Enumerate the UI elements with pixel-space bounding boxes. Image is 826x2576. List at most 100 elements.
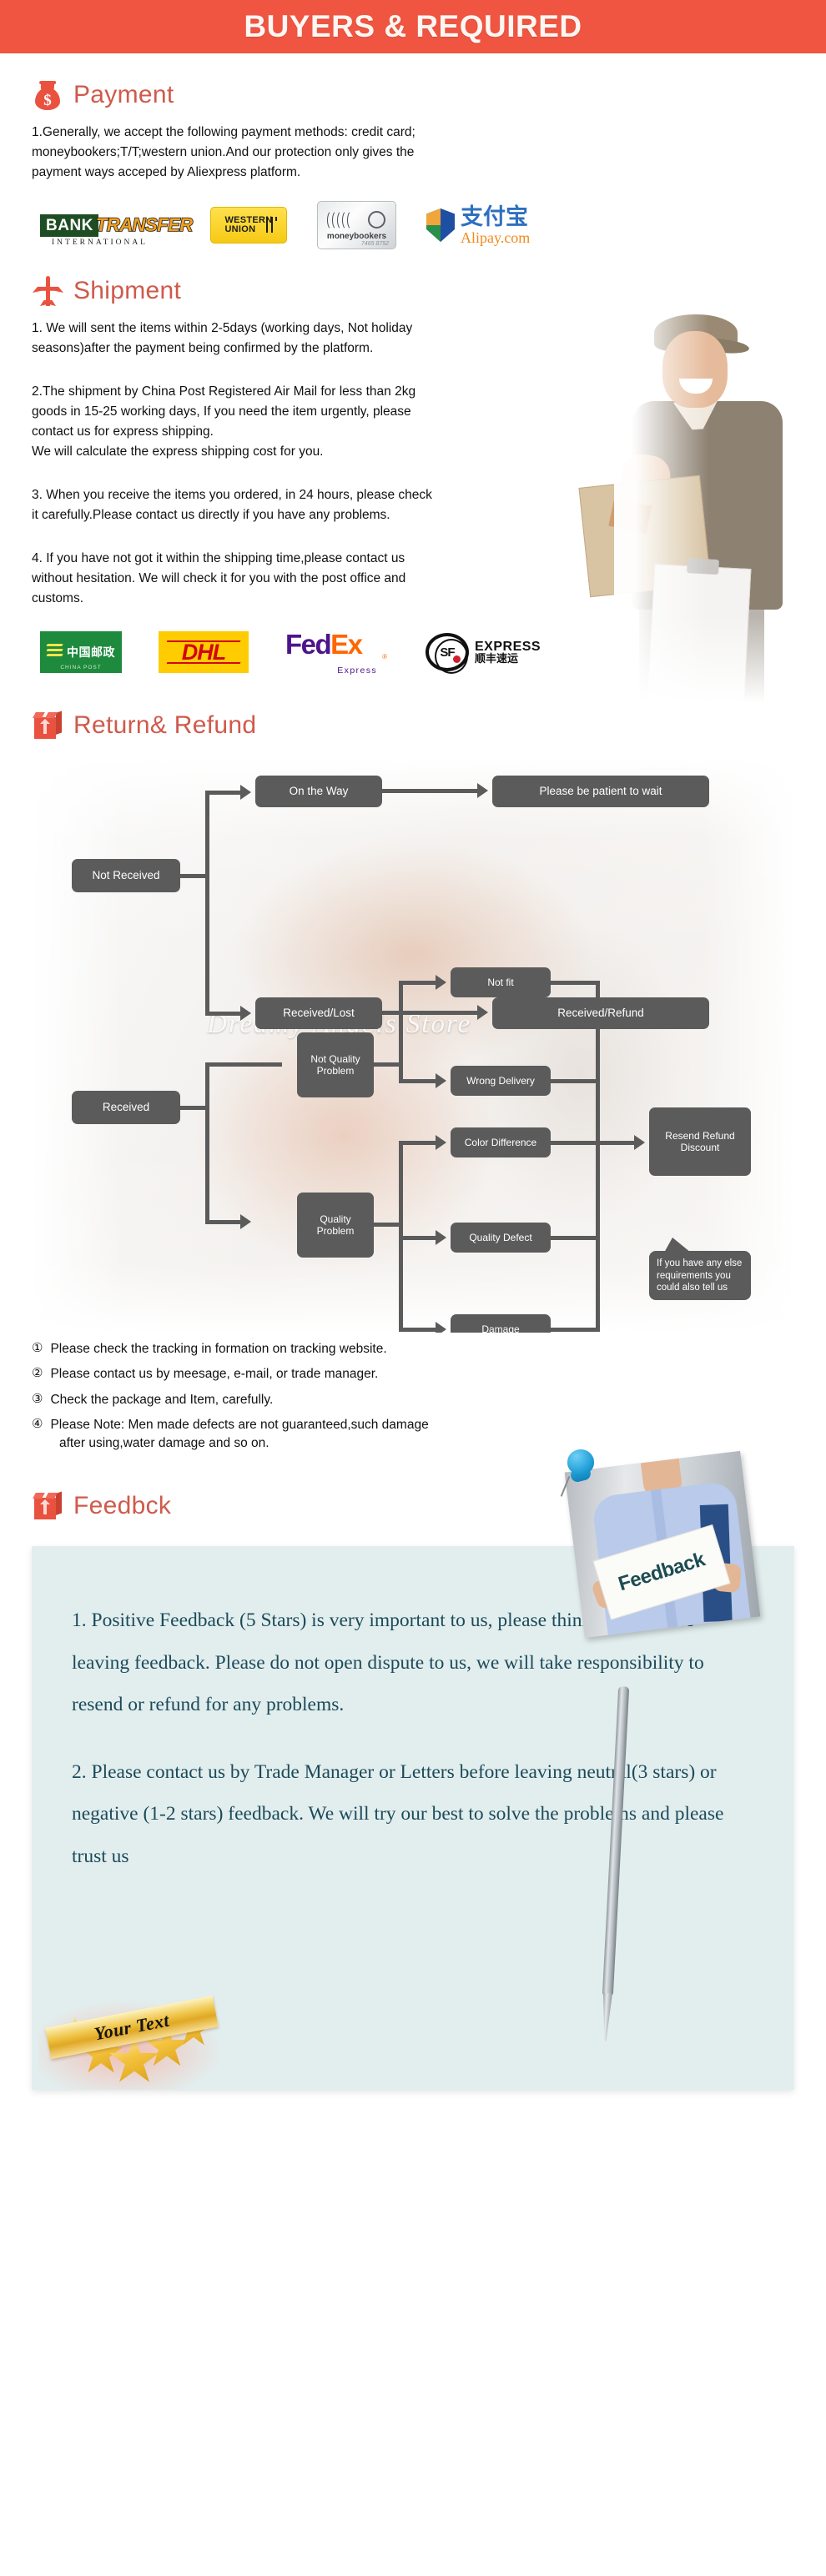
- section-title-payment: Payment: [73, 81, 174, 108]
- china-post-mark-icon: [46, 643, 63, 661]
- note-number: ④: [32, 1416, 43, 1431]
- fedex-part-2: Ex: [330, 629, 363, 660]
- note-item: ③ Check the package and Item, carefully.: [32, 1390, 794, 1409]
- payment-line-1: 1.Generally, we accept the following pay…: [32, 125, 416, 139]
- shipment-paragraph-2: 2.The shipment by China Post Registered …: [32, 382, 616, 462]
- moneybookers-ring-icon: [368, 211, 385, 229]
- flow-node-on-the-way: On the Way: [255, 776, 382, 808]
- feedback-panel: 1. Positive Feedback (5 Stars) is very i…: [32, 1546, 794, 2091]
- china-post-english: CHINA POST: [60, 665, 102, 671]
- flow-node-please-wait: Please be patient to wait: [492, 776, 709, 808]
- sf-chinese: 顺丰速运: [475, 652, 519, 665]
- alipay-logo: 支付宝 Alipay.com: [426, 206, 530, 245]
- western-union-bars-icon: [265, 217, 279, 233]
- moneybookers-label: moneybookers: [326, 232, 387, 242]
- flow-node-wrong-delivery: Wrong Delivery: [451, 1066, 551, 1097]
- note-text: Please Note: Men made defects are not gu…: [50, 1417, 429, 1432]
- money-bag-icon: $: [32, 78, 63, 112]
- flow-node-received-refund: Received/Refund: [492, 997, 709, 1030]
- payment-line-2: moneybookers;T/T;western union.And our p…: [32, 145, 415, 160]
- flow-node-quality-problem: Quality Problem: [297, 1193, 374, 1258]
- bank-transfer-secondary: TRANSFER: [95, 214, 194, 236]
- flow-node-not-quality-problem: Not Quality Problem: [297, 1032, 374, 1098]
- bank-transfer-primary: BANK: [40, 213, 98, 237]
- courier-logo-row: 中国邮政 CHINA POST DHL FedEx ® Express SF E…: [32, 629, 794, 676]
- flow-node-received-lost: Received/Lost: [255, 997, 382, 1030]
- fedex-part-1: Fed: [285, 629, 332, 660]
- china-post-logo: 中国邮政 CHINA POST: [40, 631, 122, 674]
- shipment-p2-line-3: contact us for express shipping.: [32, 424, 214, 439]
- note-item: ① Please check the tracking in formation…: [32, 1339, 794, 1358]
- shipment-p2-line-2: goods in 15-25 working days, If you need…: [32, 404, 411, 419]
- shipment-paragraph-4: 4. If you have not got it within the shi…: [32, 549, 616, 609]
- note-text: Check the package and Item, carefully.: [50, 1392, 274, 1407]
- shipment-p2-line-1: 2.The shipment by China Post Registered …: [32, 384, 416, 399]
- dhl-logo: DHL: [159, 631, 249, 674]
- shipment-paragraph-1: 1. We will sent the items within 2-5days…: [32, 319, 616, 359]
- payment-logo-row: BANK TRANSFER INTERNATIONAL WESTERN UNIO…: [32, 201, 794, 250]
- section-title-feedback: Feedbck: [73, 1492, 172, 1520]
- payment-line-3: payment ways acceped by Aliexpress platf…: [32, 165, 301, 180]
- western-union-logo: WESTERN UNION: [210, 207, 287, 244]
- shipment-p1-line-1: 1. We will sent the items within 2-5days…: [32, 321, 413, 336]
- feedback-paragraph-2: 2. Please contact us by Trade Manager or…: [72, 1760, 724, 1867]
- section-header-returns: Return& Refund: [32, 709, 794, 742]
- feedback-sign-text: Feedback: [615, 1548, 708, 1596]
- shipment-paragraph-3: 3. When you receive the items you ordere…: [32, 485, 616, 525]
- flow-node-received: Received: [72, 1091, 180, 1125]
- flow-node-quality-defect: Quality Defect: [451, 1223, 551, 1253]
- shipment-p1-line-2: seasons)after the payment being confirme…: [32, 341, 374, 356]
- flow-node-color-difference: Color Difference: [451, 1127, 551, 1158]
- note-text: Please contact us by meesage, e-mail, or…: [50, 1367, 379, 1382]
- sf-english: EXPRESS: [475, 639, 541, 654]
- section-title-shipment: Shipment: [73, 277, 182, 305]
- section-header-payment: $ Payment: [32, 78, 794, 112]
- flow-node-not-fit: Not fit: [451, 967, 551, 998]
- page-title: BUYERS & REQUIRED: [244, 9, 582, 43]
- section-title-returns: Return& Refund: [73, 711, 257, 740]
- note-number: ③: [32, 1391, 43, 1406]
- section-header-shipment: Shipment: [32, 274, 794, 308]
- shipment-p2-line-4: We will calculate the express shipping c…: [32, 444, 324, 459]
- note-number: ①: [32, 1341, 43, 1356]
- sf-oval-icon: SF: [426, 633, 469, 675]
- alipay-chinese: 支付宝: [461, 203, 528, 230]
- page-header-banner: BUYERS & REQUIRED: [0, 0, 826, 53]
- shipment-p4-line-3: customs.: [32, 591, 84, 606]
- flow-node-not-received: Not Received: [72, 859, 180, 893]
- shipment-p4-line-1: 4. If you have not got it within the shi…: [32, 551, 405, 566]
- alipay-english: Alipay.com: [461, 228, 531, 246]
- alipay-shield-icon: [426, 208, 455, 243]
- pushpin-icon: [560, 1449, 597, 1502]
- flow-callout-bubble: If you have any else requirements you co…: [649, 1238, 751, 1301]
- fedex-sub: Express: [337, 665, 377, 676]
- moneybookers-waves-icon: [327, 210, 369, 231]
- feedback-box-icon: [32, 1489, 63, 1523]
- bank-transfer-sub: INTERNATIONAL: [52, 239, 148, 248]
- fedex-logo: FedEx ® Express: [285, 629, 389, 676]
- returns-notes-list: ① Please check the tracking in formation…: [32, 1339, 794, 1451]
- shipment-p3-line-1: 3. When you receive the items you ordere…: [32, 488, 432, 503]
- your-text-star-badge: Your Text: [38, 1996, 230, 2091]
- return-box-icon: [32, 709, 63, 742]
- feedback-section: Feedbck Feedback 1. Positive Feedback (5…: [32, 1449, 794, 2091]
- sf-express-logo: SF EXPRESS 顺丰速运: [426, 633, 541, 675]
- moneybookers-logo: moneybookers 7465 8792: [317, 201, 396, 250]
- payment-body: 1.Generally, we accept the following pay…: [32, 123, 666, 183]
- note-text: Please check the tracking in formation o…: [50, 1342, 387, 1357]
- shipment-p3-line-2: it carefully.Please contact us directly …: [32, 508, 390, 523]
- note-item: ② Please contact us by meesage, e-mail, …: [32, 1364, 794, 1383]
- note-number: ②: [32, 1366, 43, 1381]
- fedex-registered-mark: ®: [382, 653, 387, 661]
- shipment-p4-line-2: without hesitation. We will check it for…: [32, 571, 406, 586]
- shipment-section: Shipment 1. We will sent the items withi…: [32, 274, 794, 717]
- note-continuation: after using,water damage and so on.: [59, 1436, 269, 1451]
- bank-transfer-logo: BANK TRANSFER INTERNATIONAL: [40, 208, 194, 247]
- flow-node-damage: Damage: [451, 1314, 551, 1333]
- returns-flowchart: Dreamy Angels Store Not Received On the …: [32, 757, 794, 1333]
- flow-node-resend-refund-discount: Resend Refund Discount: [649, 1107, 751, 1177]
- moneybookers-number: 7465 8792: [360, 241, 389, 248]
- china-post-chinese: 中国邮政: [67, 646, 115, 660]
- airplane-icon: [32, 274, 63, 308]
- sf-mark: SF: [440, 645, 455, 660]
